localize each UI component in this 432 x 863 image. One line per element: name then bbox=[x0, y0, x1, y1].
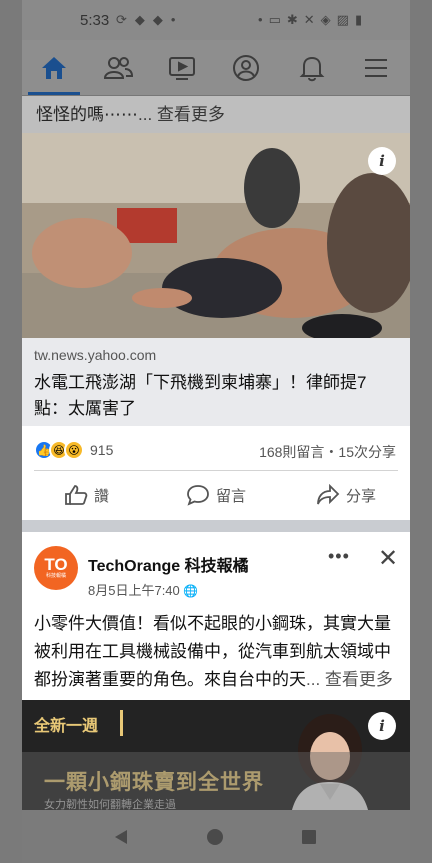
reaction-count: 915 bbox=[90, 442, 114, 458]
profile-icon bbox=[233, 55, 259, 81]
phone-screen: 5:33 ⟳◆◆• •▭✱✕◈▨▮ 怪怪的嗎⋯⋯... 查看更多 i tw.ne… bbox=[0, 0, 432, 863]
banner-tag: 全新一週 bbox=[34, 718, 99, 735]
friends-icon bbox=[103, 57, 133, 79]
like-label: 讚 bbox=[94, 487, 110, 505]
sync-icon: ⟳ bbox=[116, 12, 135, 27]
post-text: 小零件大價值！看似不起眼的小鋼珠，其實大量被利用在工具機械設備中，從汽車到航太領… bbox=[34, 610, 402, 694]
menu-icon bbox=[365, 59, 387, 77]
like-button[interactable]: 讚 bbox=[64, 484, 109, 506]
android-icon: ◆ bbox=[134, 12, 153, 27]
bell-icon bbox=[299, 56, 325, 82]
share-button[interactable]: 分享 bbox=[316, 484, 376, 506]
home-button-icon[interactable] bbox=[206, 828, 224, 846]
system-navigation-bar bbox=[0, 810, 432, 863]
see-more-link[interactable]: ... 查看更多 bbox=[306, 670, 393, 689]
sponsored-post: TO 科技報橘 TechOrange 科技報橘 8月5日上午7:40 🌐 •••… bbox=[22, 532, 410, 700]
dot-icon: • bbox=[170, 12, 184, 27]
video-icon bbox=[169, 57, 195, 80]
news-photo-image bbox=[22, 133, 410, 338]
comment-label: 留言 bbox=[216, 487, 247, 505]
recents-icon[interactable] bbox=[300, 828, 318, 846]
avatar-logo-text: TO bbox=[44, 555, 68, 574]
mute-icon: ✕ bbox=[303, 12, 321, 27]
page-avatar[interactable]: TO 科技報橘 bbox=[34, 546, 78, 590]
bottom-dim-overlay bbox=[22, 752, 410, 810]
top-navigation bbox=[22, 40, 410, 96]
post-timestamp: 8月5日上午7:40 🌐 bbox=[88, 580, 198, 599]
status-right-icons: •▭✱✕◈▨▮ bbox=[258, 12, 368, 28]
share-icon bbox=[317, 484, 340, 505]
post-time-text: 8月5日上午7:40 bbox=[88, 583, 180, 598]
divider bbox=[34, 470, 398, 471]
link-title: 水電工飛澎湖「下飛機到柬埔寨」！律師提7點：太厲害了 bbox=[34, 373, 367, 418]
nav-home[interactable] bbox=[36, 50, 72, 86]
android-icon: ◆ bbox=[152, 12, 171, 27]
nav-menu[interactable] bbox=[358, 50, 394, 86]
bluetooth-icon: ✱ bbox=[286, 12, 304, 27]
ad-info-button[interactable]: i bbox=[368, 147, 396, 175]
news-photo[interactable]: i bbox=[22, 133, 410, 338]
nav-active-indicator bbox=[28, 92, 80, 95]
home-icon bbox=[42, 57, 66, 79]
link-preview[interactable]: tw.news.yahoo.com 水電工飛澎湖「下飛機到柬埔寨」！律師提7點：… bbox=[22, 338, 410, 426]
page-name[interactable]: TechOrange 科技報橘 bbox=[88, 552, 249, 576]
banner-tag-accent bbox=[120, 710, 123, 736]
top-dim-overlay bbox=[22, 96, 410, 133]
info-icon: i bbox=[379, 152, 385, 170]
reaction-icons: 👍 😆 😮 bbox=[34, 440, 84, 460]
no-sim-icon: ▨ bbox=[336, 12, 355, 27]
back-icon[interactable] bbox=[112, 828, 130, 846]
cast-icon: ▭ bbox=[268, 12, 287, 27]
share-label: 分享 bbox=[346, 487, 377, 505]
nav-friends[interactable] bbox=[100, 50, 136, 86]
status-bar: 5:33 ⟳◆◆• •▭✱✕◈▨▮ bbox=[0, 0, 432, 40]
comment-button[interactable]: 留言 bbox=[186, 484, 246, 506]
status-time: 5:33 bbox=[80, 12, 110, 29]
wifi-icon: ◈ bbox=[320, 12, 337, 27]
close-post-button[interactable]: ✕ bbox=[378, 544, 398, 573]
nav-notifications[interactable] bbox=[294, 50, 330, 86]
status-left-icons: ⟳◆◆• bbox=[116, 12, 183, 28]
info-icon: i bbox=[379, 717, 385, 735]
right-overlay bbox=[410, 0, 432, 863]
battery-icon: ▮ bbox=[354, 12, 369, 27]
dot-icon: • bbox=[258, 12, 269, 27]
ad-info-button[interactable]: i bbox=[368, 712, 396, 740]
comments-shares-count[interactable]: 168則留言・15次分享 bbox=[259, 442, 396, 462]
nav-watch[interactable] bbox=[164, 50, 200, 86]
thumbs-up-icon bbox=[65, 485, 88, 505]
more-options-button[interactable]: ••• bbox=[328, 546, 350, 567]
post-separator bbox=[22, 520, 410, 532]
post-actions: 讚 留言 分享 bbox=[22, 474, 410, 520]
link-domain: tw.news.yahoo.com bbox=[34, 347, 157, 363]
globe-icon: 🌐 bbox=[183, 584, 199, 598]
wow-reaction-icon: 😮 bbox=[64, 440, 84, 460]
nav-profile[interactable] bbox=[228, 50, 264, 86]
left-overlay bbox=[0, 0, 22, 863]
reaction-summary[interactable]: 👍 😆 😮 915 168則留言・15次分享 bbox=[22, 432, 410, 468]
avatar-logo-subtext: 科技報橘 bbox=[45, 573, 66, 579]
comment-icon bbox=[187, 485, 209, 506]
